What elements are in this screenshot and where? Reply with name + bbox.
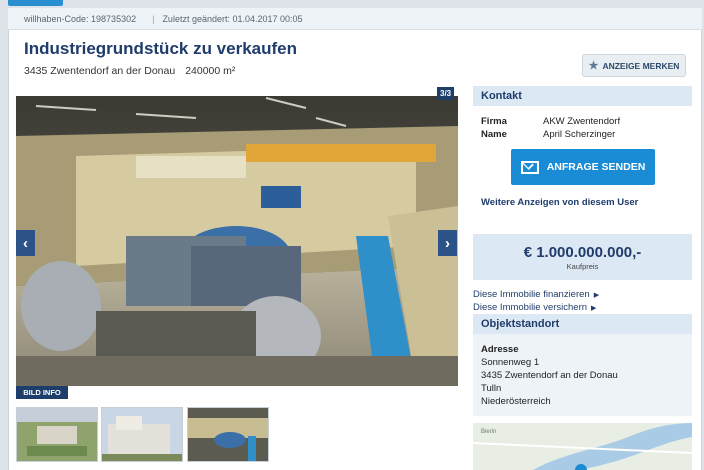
listing-location: 3435 Zwentendorf an der Donau: [24, 65, 176, 77]
financing-link[interactable]: Diese Immobilie finanzieren ▶: [473, 289, 599, 300]
hall-photo-thumbnail: [188, 408, 268, 461]
address-district: Tulln: [481, 383, 502, 394]
more-listings-link[interactable]: Weitere Anzeigen von diesem User: [481, 197, 638, 208]
aerial-photo-thumbnail: [17, 408, 97, 461]
arrow-right-icon: ▶: [591, 305, 597, 312]
photo-counter: 3/3: [437, 87, 455, 100]
listing-subtitle: 3435 Zwentendorf an der Donau 240000 m²: [24, 65, 235, 77]
price-value: € 1.000.000.000,-: [523, 244, 642, 261]
previous-photo-button[interactable]: ‹: [16, 230, 35, 256]
photo-info-button[interactable]: BILD INFO: [16, 386, 68, 399]
map-place-label: Bierin: [481, 429, 496, 435]
next-photo-button[interactable]: ›: [438, 230, 457, 256]
contact-heading: Kontakt: [473, 86, 692, 106]
address-street: Sonnenweg 1: [481, 357, 540, 368]
company-label: Firma: [481, 116, 507, 127]
last-changed: Zuletzt geändert: 01.04.2017 00:05: [162, 14, 303, 24]
listing-area: 240000 m²: [185, 65, 236, 77]
listing-code: willhaben-Code: 198735302: [24, 14, 137, 24]
map-image: Bierin: [473, 423, 692, 470]
chevron-right-icon: ›: [445, 234, 450, 252]
address-state: Niederösterreich: [481, 396, 551, 407]
main-photo[interactable]: [16, 96, 458, 386]
page-title: Industriegrundstück zu verkaufen: [24, 39, 297, 58]
price-label: Kaufpreis: [566, 262, 599, 271]
turbine-hall-photo: [16, 96, 458, 386]
address-label: Adresse: [481, 344, 519, 355]
insurance-link[interactable]: Diese Immobilie versichern ▶: [473, 302, 596, 313]
thumbnail-1[interactable]: [16, 407, 98, 462]
chevron-left-icon: ‹: [23, 234, 28, 252]
save-listing-button[interactable]: ★ ANZEIGE MERKEN: [582, 54, 686, 77]
thumbnail-3[interactable]: [187, 407, 269, 462]
company-row: Firma AKW Zwentendorf: [481, 116, 620, 127]
insurance-link-label: Diese Immobilie versichern: [473, 302, 588, 313]
arrow-right-icon: ▶: [593, 292, 600, 299]
thumbnail-2[interactable]: [101, 407, 183, 462]
send-inquiry-label: ANFRAGE SENDEN: [546, 161, 646, 173]
contact-name-row: Name April Scherzinger: [481, 129, 615, 140]
location-heading: Objektstandort: [473, 314, 692, 334]
price-box: € 1.000.000.000,- Kaufpreis: [473, 234, 692, 280]
listing-meta-bar: willhaben-Code: 198735302 | Zuletzt geände…: [8, 8, 702, 30]
company-value: AKW Zwentendorf: [543, 116, 621, 127]
address-box: Adresse Sonnenweg 1 3435 Zwentendorf an …: [473, 334, 692, 416]
contact-name-value: April Scherzinger: [543, 129, 616, 140]
save-listing-label: ANZEIGE MERKEN: [602, 60, 680, 71]
location-map[interactable]: Bierin: [473, 423, 692, 470]
send-inquiry-button[interactable]: ANFRAGE SENDEN: [511, 149, 655, 185]
star-icon: ★: [588, 60, 599, 72]
meta-separator: |: [152, 14, 155, 24]
section-tab: [8, 0, 63, 6]
address-city: 3435 Zwentendorf an der Donau: [481, 370, 618, 381]
contact-name-label: Name: [481, 129, 507, 140]
envelope-icon: [520, 160, 539, 174]
building-photo-thumbnail: [102, 408, 182, 461]
financing-link-label: Diese Immobilie finanzieren: [473, 289, 590, 300]
